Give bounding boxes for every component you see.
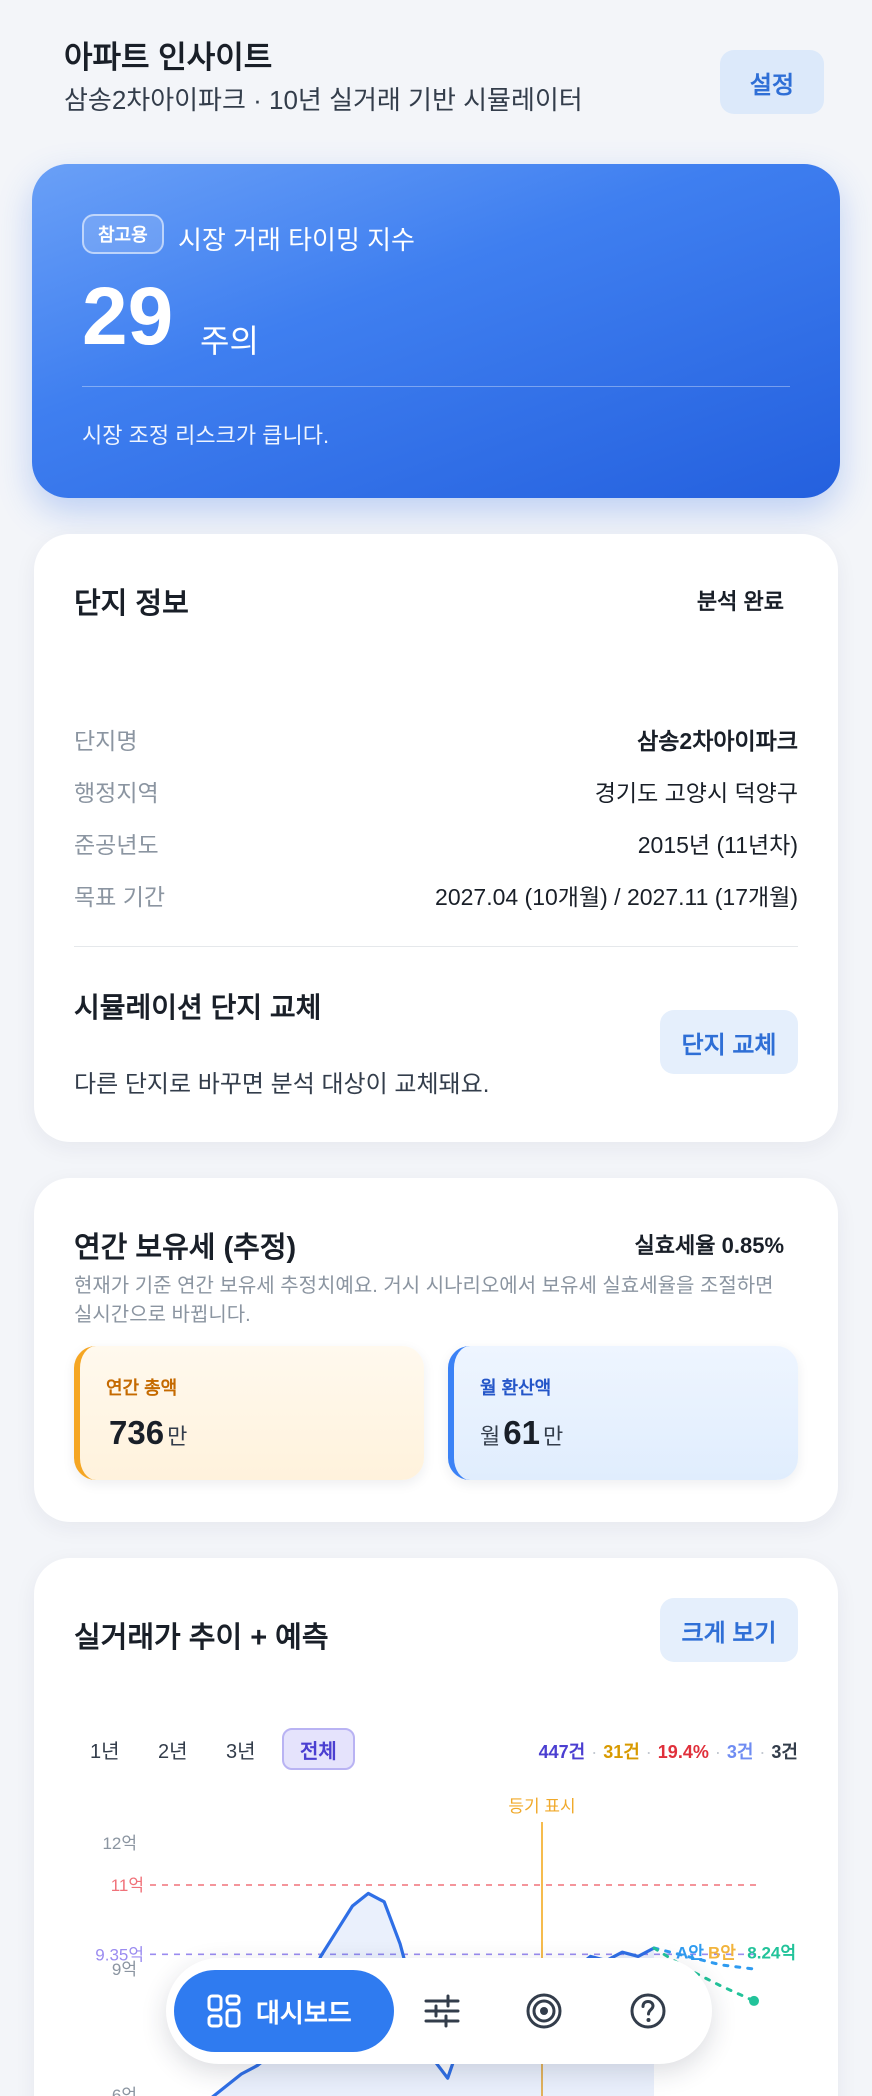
swap-complex-title: 시뮬레이션 단지 교체 [74,992,322,1023]
sliders-icon[interactable] [422,1991,462,2031]
timing-index-label: 시장 거래 타이밍 지수 [178,225,415,255]
dashboard-icon [207,1994,241,2028]
hero-divider [82,386,790,387]
info-row-complex-name: 단지명 삼송2차아이파크 [74,722,798,754]
help-icon[interactable] [628,1991,668,2031]
info-value: 2027.04 (10개월) / 2027.11 (17개월) [435,884,798,910]
timing-index-score: 29 [82,271,174,362]
forecast-a-label: A안 [676,1943,704,1962]
stat-total-trades: 447건 [538,1742,586,1762]
info-value: 경기도 고양시 덕양구 [594,780,798,806]
info-value: 2015년 (11년차) [637,832,798,858]
info-key: 준공년도 [74,832,159,858]
effective-tax-rate: 실효세율 0.85% [634,1233,784,1258]
info-key: 행정지역 [74,780,159,806]
annual-total-unit: 만 [167,1424,188,1449]
nav-dashboard[interactable]: 대시보드 [174,1970,394,2052]
reference-badge: 참고용 [82,214,164,254]
annual-total-value: 736 만 [106,1414,187,1452]
nav-dashboard-label: 대시보드 [256,1997,352,2028]
monthly-amount: 61 [503,1414,540,1451]
holding-tax-title: 연간 보유세 (추정) [74,1232,297,1264]
reference-line-label: 9.35억 [95,1945,144,1964]
monthly-prefix: 월 [480,1424,501,1449]
forecast-b-label: B안 [708,1943,736,1962]
info-divider [74,946,798,947]
stat-forecast-b: 3건 [771,1742,798,1762]
app-title: 아파트 인사이트 [64,40,273,75]
range-tab-3y[interactable]: 3년 [210,1728,272,1770]
info-row-target-period: 목표 기간 2027.04 (10개월) / 2027.11 (17개월) [74,878,798,910]
info-value: 삼송2차아이파크 [637,728,798,754]
timing-index-card: 참고용 시장 거래 타이밍 지수 29 주의 시장 조정 리스크가 큽니다. [32,164,840,498]
bottom-nav: 대시보드 [166,1958,712,2064]
info-key: 목표 기간 [74,884,166,910]
app-header: 아파트 인사이트 삼송2차아이파크 · 10년 실거래 기반 시뮬레이터 설정 [64,30,824,120]
swap-complex-description: 다른 단지로 바꾸면 분석 대상이 교체돼요. [74,1071,490,1098]
stat-change-rate: 19.4% [657,1742,709,1762]
settings-button[interactable]: 설정 [720,50,824,114]
info-row-region: 행정지역 경기도 고양시 덕양구 [74,774,798,806]
range-tab-2y[interactable]: 2년 [142,1728,204,1770]
complex-info-title: 단지 정보 [74,588,189,620]
y-tick-label: 12억 [102,1834,137,1853]
timing-index-description: 시장 조정 리스크가 큽니다. [82,423,330,448]
expand-chart-button[interactable]: 크게 보기 [660,1598,798,1662]
holding-tax-note: 현재가 기준 연간 보유세 추정치예요. 거시 시나리오에서 보유세 실효세율을… [74,1275,774,1326]
range-tab-all[interactable]: 전체 [282,1728,355,1770]
y-tick-label: 6억 [112,2086,137,2096]
info-row-built-year: 준공년도 2015년 (11년차) [74,826,798,858]
timing-index-level: 주의 [200,323,259,359]
monthly-amount-value: 월61 만 [480,1414,563,1452]
stat-forecast-a: 3건 [726,1742,754,1762]
app-subtitle: 삼송2차아이파크 · 10년 실거래 기반 시뮬레이터 [64,85,583,115]
range-tab-1y[interactable]: 1년 [74,1728,136,1770]
reference-line-label: 11억 [111,1876,144,1895]
holding-tax-card: 연간 보유세 (추정) 실효세율 0.85% 현재가 기준 연간 보유세 추정치… [34,1178,838,1522]
annual-total-amount: 736 [109,1414,165,1451]
stat-recent-trades: 31건 [603,1742,640,1762]
forecast-endpoint [749,1995,759,2006]
annual-total-label: 연간 총액 [106,1378,178,1398]
target-icon[interactable] [524,1991,564,2031]
monthly-amount-label: 월 환산액 [480,1378,552,1398]
trade-stats: 447건 · 31건 · 19.4% · 3건 · 3건 [538,1742,798,1762]
registration-marker-label: 등기 표시 [508,1797,575,1816]
swap-complex-button[interactable]: 단지 교체 [660,1010,798,1074]
price-trend-title: 실거래가 추이 + 예측 [74,1622,329,1654]
annual-total-box: 연간 총액 736 만 [74,1346,424,1480]
monthly-amount-box: 월 환산액 월61 만 [448,1346,798,1480]
forecast-value-label: 8.24억 [747,1943,796,1962]
monthly-unit: 만 [542,1424,564,1449]
analysis-status: 분석 완료 [696,589,784,614]
info-key: 단지명 [74,728,138,754]
complex-info-card: 단지 정보 분석 완료 단지명 삼송2차아이파크 행정지역 경기도 고양시 덕양… [34,534,838,1142]
